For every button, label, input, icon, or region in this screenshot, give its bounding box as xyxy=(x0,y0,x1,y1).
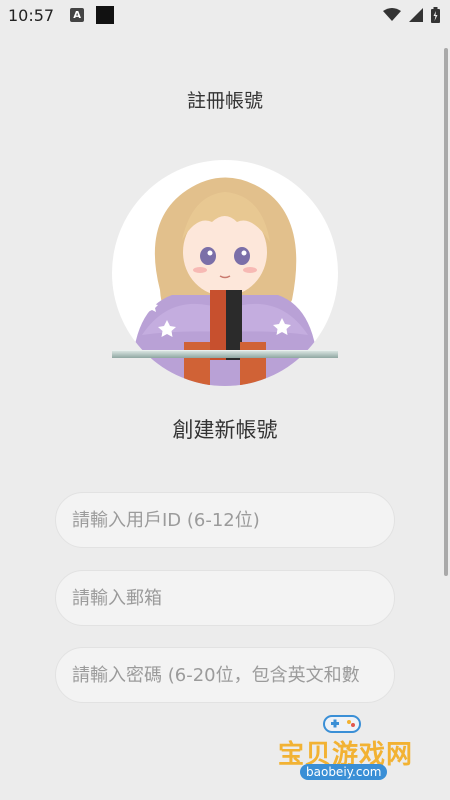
scrollbar[interactable] xyxy=(444,48,448,576)
password-input[interactable] xyxy=(72,664,378,686)
avatar-glass-shelf xyxy=(112,350,338,358)
status-icons xyxy=(383,7,440,23)
page-title: 註冊帳號 xyxy=(186,90,263,112)
status-time: 10:57 xyxy=(8,5,55,25)
password-field[interactable] xyxy=(55,647,395,703)
gamepad-icon xyxy=(323,715,361,733)
create-account-title: 創建新帳號 xyxy=(172,418,278,442)
battery-icon xyxy=(431,7,440,23)
cellular-signal-icon xyxy=(409,8,423,22)
watermark: 宝贝游戏网 baobeiy.com xyxy=(270,712,420,796)
status-bar: 10:57 A xyxy=(0,0,450,30)
user-id-input[interactable] xyxy=(72,509,378,531)
notification-square-icon xyxy=(96,6,115,24)
email-input[interactable] xyxy=(72,587,378,609)
notification-a-icon: A xyxy=(70,8,85,22)
email-field[interactable] xyxy=(55,570,395,626)
user-id-field[interactable] xyxy=(55,492,395,548)
wifi-icon xyxy=(383,8,401,21)
watermark-url: baobeiy.com xyxy=(300,764,388,780)
avatar[interactable] xyxy=(112,160,338,390)
